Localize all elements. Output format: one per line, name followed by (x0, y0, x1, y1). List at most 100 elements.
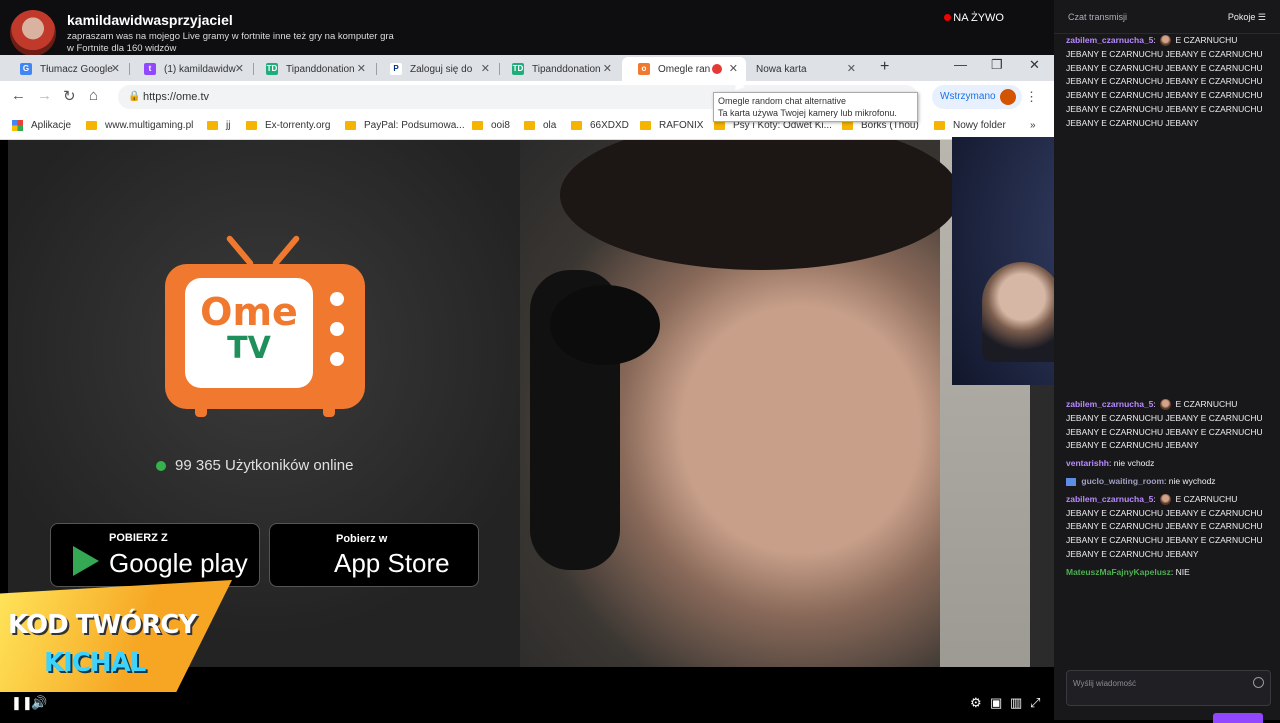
tab-new[interactable]: Nowa karta ✕ (740, 57, 864, 81)
tab-tipanddonation-1[interactable]: TD Tipanddonation ✕ (250, 57, 374, 81)
bookmark-item[interactable]: Ex-torrenty.org (246, 120, 330, 131)
bookmark-label: RAFONIX (659, 120, 704, 131)
bookmark-item[interactable]: ooi8 (472, 120, 510, 131)
profile-button[interactable]: Wstrzymano (932, 85, 1022, 109)
folder-icon (246, 121, 257, 130)
chat-panel: Czat transmisji Pokoje ☰ zabilem_czarnuc… (1054, 0, 1280, 720)
new-tab-plus-icon[interactable]: + (880, 58, 889, 76)
folder-icon (472, 121, 483, 130)
more-bookmarks-icon[interactable]: » (1030, 120, 1036, 131)
chat-input[interactable]: Wyślij wiadomość (1066, 670, 1271, 706)
own-video-panel: Ome TV 99 365 Użytkoników online POBIERZ… (8, 140, 520, 667)
video-person-hair (560, 140, 960, 270)
chat-username[interactable]: zabilem_czarnucha_5 (1066, 399, 1153, 409)
chat-text: E CZARNUCHU JEBANY E CZARNUCHU JEBANY E … (1066, 35, 1263, 128)
theatre-mode-icon[interactable]: ▥ (1010, 695, 1022, 711)
tv-leg (323, 407, 335, 417)
tab-paypal[interactable]: P Zaloguj się do ✕ (374, 57, 498, 81)
tv-knob (330, 322, 344, 336)
settings-gear-icon[interactable]: ⚙ (970, 695, 982, 711)
emote-icon (1160, 35, 1172, 47)
bookmark-item[interactable]: ola (524, 120, 556, 131)
chat-username[interactable]: ventarishh (1066, 458, 1109, 468)
apps-grid-icon (12, 120, 23, 131)
close-tab-icon[interactable]: ✕ (111, 62, 120, 75)
live-dot-icon (944, 14, 952, 21)
google-translate-icon: G (20, 63, 32, 75)
bookmark-item[interactable]: PayPal: Podsumowa... (345, 120, 465, 131)
emoji-picker-icon[interactable] (1253, 677, 1264, 688)
close-tab-icon[interactable]: ✕ (603, 62, 612, 75)
folder-icon (571, 121, 582, 130)
close-tab-icon[interactable]: ✕ (481, 62, 490, 75)
live-badge: NA ŻYWO (944, 12, 1004, 24)
rooms-button[interactable]: Pokoje ☰ (1228, 12, 1266, 23)
stream-description: zapraszam was na mojego Live gramy w for… (67, 31, 394, 54)
close-tab-icon[interactable]: ✕ (729, 62, 738, 75)
maximize-icon[interactable]: ❐ (991, 57, 1003, 73)
url-text: https://ome.tv (143, 91, 210, 103)
volume-icon[interactable]: 🔊 (31, 695, 47, 711)
app-store-button[interactable]: Pobierz w App Store (269, 523, 479, 587)
chat-username[interactable]: zabilem_czarnucha_5 (1066, 494, 1153, 504)
bookmark-label: Ex-torrenty.org (265, 120, 331, 131)
screen: kamildawidwasprzyjaciel zapraszam was na… (0, 0, 1280, 723)
chat-message: MateuszMaFajnyKapelusz: NIE (1066, 566, 1190, 577)
google-play-button[interactable]: POBIERZ Z Google play (50, 523, 260, 587)
close-tab-icon[interactable]: ✕ (235, 62, 244, 75)
fullscreen-icon[interactable]: ⤢ (1030, 695, 1040, 711)
bookmark-label: ooi8 (491, 120, 510, 131)
menu-kebab-icon[interactable]: ⋮ (1025, 89, 1038, 105)
tv-knob (330, 352, 344, 366)
close-tab-icon[interactable]: ✕ (357, 62, 366, 75)
tab-label: (1) kamildawidw (164, 63, 236, 75)
profile-avatar (1000, 89, 1016, 105)
bookmark-item[interactable]: Nowy folder (934, 120, 1006, 131)
folder-icon (842, 121, 853, 130)
omegle-icon: o (638, 63, 650, 75)
home-icon[interactable]: ⌂ (89, 87, 98, 104)
tab-tipanddonation-2[interactable]: TD Tipanddonation ✕ (496, 57, 620, 81)
bookmark-label: jj (226, 120, 231, 131)
chat-username[interactable]: zabilem_czarnucha_5 (1066, 35, 1153, 45)
tab-twitch[interactable]: t (1) kamildawidw ✕ (128, 57, 252, 81)
pause-icon[interactable]: ❚❚ (11, 695, 33, 711)
chat-username[interactable]: MateuszMaFajnyKapelusz (1066, 567, 1171, 577)
streamer (982, 262, 1062, 362)
bookmark-item[interactable]: 66XDXD (571, 120, 629, 131)
emote-icon (1160, 399, 1172, 411)
td-icon: TD (512, 63, 524, 75)
tooltip-title: Omegle random chat alternative (718, 96, 847, 106)
bookmark-apps[interactable]: Aplikacje (12, 120, 71, 131)
bookmark-item[interactable]: www.multigaming.pl (86, 120, 193, 131)
forward-arrow-icon[interactable]: → (37, 87, 52, 104)
tab-google-translate[interactable]: G Tłumacz Google ✕ (4, 57, 128, 81)
chat-username[interactable]: guclo_waiting_room (1081, 476, 1164, 486)
clip-icon[interactable]: ▣ (990, 695, 1002, 711)
chat-messages-top: zabilem_czarnucha_5: E CZARNUCHU JEBANY … (1066, 34, 1272, 135)
back-arrow-icon[interactable]: ← (11, 87, 26, 104)
logo-text-tv: TV (227, 331, 271, 366)
antenna-right (271, 234, 301, 268)
channel-name[interactable]: kamildawidwasprzyjaciel (67, 12, 233, 28)
channel-avatar[interactable] (10, 10, 56, 56)
google-play-icon (73, 546, 99, 576)
badge-icon (1066, 477, 1076, 486)
creator-code-value: KICHAL (44, 648, 146, 678)
reload-icon[interactable]: ↻ (63, 87, 76, 105)
bookmark-item[interactable]: RAFONIX (640, 120, 703, 131)
player-controls: ❚❚ 🔊 ⚙ ▣ ▥ ⤢ (0, 690, 1054, 720)
bookmark-item[interactable]: jj (207, 120, 230, 131)
folder-icon (345, 121, 356, 130)
tab-omegle[interactable]: o Omegle ran ✕ (622, 57, 746, 81)
close-tab-icon[interactable]: ✕ (847, 62, 856, 75)
minimize-icon[interactable]: — (954, 57, 967, 72)
close-window-icon[interactable]: ✕ (1029, 57, 1040, 73)
tab-tooltip: Omegle random chat alternative Ta karta … (713, 92, 918, 122)
folder-icon (86, 121, 97, 130)
chat-send-button[interactable] (1213, 713, 1263, 723)
folder-icon (934, 121, 945, 130)
tv-leg (195, 407, 207, 417)
app-store-label: App Store (334, 548, 450, 578)
lock-icon: 🔒 (128, 91, 141, 102)
